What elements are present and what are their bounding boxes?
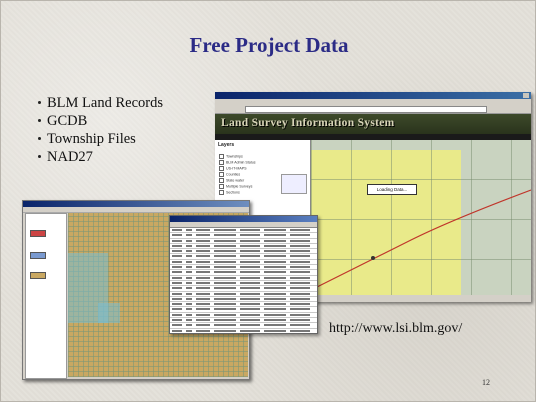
bullet-dot-icon	[38, 136, 41, 140]
layers-heading: Layers	[218, 142, 235, 148]
layer-item: Townships	[219, 154, 243, 159]
lsis-banner-title: Land Survey Information System	[221, 117, 395, 129]
map-route-line	[311, 189, 531, 291]
lsi-url: http://www.lsi.blm.gov/	[329, 321, 463, 336]
lsis-map: Loading Data...	[311, 140, 531, 300]
window-controls-icon	[523, 93, 529, 98]
bullet-item: GCDB	[38, 112, 163, 130]
bullet-text: GCDB	[47, 113, 88, 129]
loading-indicator: Loading Data...	[367, 184, 417, 195]
attribute-table-window	[169, 215, 318, 334]
overview-map-icon	[281, 174, 307, 194]
table-row	[170, 329, 317, 333]
browser-toolbar	[215, 105, 531, 114]
bullet-list: BLM Land Records GCDB Township Files NAD…	[38, 94, 163, 166]
bullet-dot-icon	[38, 118, 41, 122]
layer-item: Multiple Surveys	[219, 184, 252, 189]
slide-title: Free Project Data	[189, 33, 349, 57]
bullet-item: Township Files	[38, 130, 163, 148]
lsis-banner: Land Survey Information System	[215, 114, 531, 134]
layer-item: Sections	[219, 190, 240, 195]
bullet-dot-icon	[38, 100, 41, 104]
slide: Free Project Data BLM Land Records GCDB …	[0, 0, 536, 402]
page-number: 12	[482, 378, 490, 387]
layer-item: State water	[219, 178, 244, 183]
legend-swatch-icon	[30, 230, 46, 237]
bullet-text: Township Files	[47, 131, 136, 147]
bullet-text: NAD27	[47, 149, 93, 165]
map-water-area	[98, 303, 120, 323]
bullet-item: NAD27	[38, 148, 163, 166]
layer-item: US-IT-MAPS	[219, 166, 247, 171]
bullet-dot-icon	[38, 154, 41, 158]
bullet-item: BLM Land Records	[38, 94, 163, 112]
layer-item: Counties	[219, 172, 240, 177]
bullet-text: BLM Land Records	[47, 95, 163, 111]
browser-titlebar	[215, 92, 531, 99]
legend-swatch-icon	[30, 252, 46, 259]
layer-item: BLM Admin Status	[219, 160, 256, 165]
address-bar	[245, 106, 487, 113]
legend-swatch-icon	[30, 272, 46, 279]
gis-table-of-contents	[25, 213, 67, 379]
